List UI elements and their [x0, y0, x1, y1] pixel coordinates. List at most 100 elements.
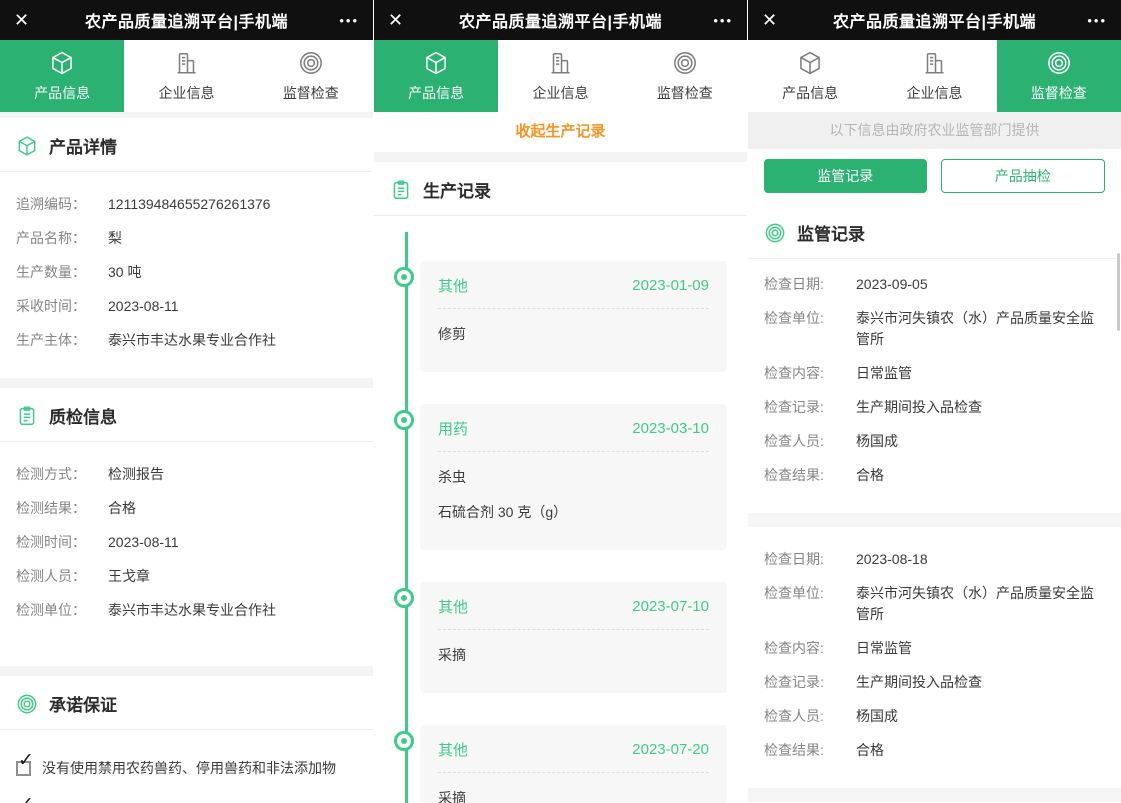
- clipboard-icon: [16, 405, 38, 427]
- row-label: 检查日期:: [764, 274, 856, 295]
- section-title: 承诺保证: [49, 691, 117, 716]
- divider: [0, 666, 373, 676]
- divider: [0, 378, 373, 388]
- row-value: 王戈章: [108, 566, 150, 587]
- government-notice: 以下信息由政府农业监管部门提供: [748, 112, 1121, 149]
- scrollbar-thumb[interactable]: [1117, 253, 1120, 331]
- close-icon[interactable]: ✕: [762, 10, 802, 31]
- row-label: 检测人员：: [16, 566, 108, 587]
- detail-row: 检测方式： 检测报告: [16, 464, 357, 485]
- detail-row: 生产数量： 30 吨: [16, 262, 357, 283]
- commitment-text: 没有使用禁用农药兽药、停用兽药和非法添加物: [42, 758, 336, 778]
- tab-company-info[interactable]: 企业信息: [872, 40, 996, 112]
- tab-supervision[interactable]: 监督检查: [249, 40, 373, 112]
- cube-icon: [49, 50, 75, 76]
- phone-screen-production-records: ✕ 农产品质量追溯平台|手机端 ••• 产品信息 企业信息 监督检查 收起生产记…: [374, 0, 747, 803]
- detail-row: 检查日期: 2023-08-18: [764, 549, 1105, 570]
- detail-row: 检测人员： 王戈章: [16, 566, 357, 587]
- tab-label: 企业信息: [906, 83, 962, 103]
- supervision-records-button[interactable]: 监管记录: [764, 159, 927, 193]
- detail-row: 检查人员: 杨国成: [764, 431, 1105, 452]
- record-detail: 采摘: [438, 645, 709, 665]
- record-card: 其他 2023-07-20 采摘: [420, 725, 727, 803]
- close-icon[interactable]: ✕: [388, 10, 428, 31]
- tab-supervision[interactable]: 监督检查: [623, 40, 747, 112]
- row-value: 泰兴市丰达水果专业合作社: [108, 330, 276, 351]
- target-icon: [764, 222, 786, 244]
- record-date: 2023-07-10: [632, 598, 709, 615]
- detail-row: 检查单位: 泰兴市河失镇农（水）产品质量安全监管所: [764, 583, 1105, 625]
- detail-row: 追溯编码： 121139484655276261376: [16, 194, 357, 215]
- close-icon[interactable]: ✕: [14, 10, 54, 31]
- titlebar: ✕ 农产品质量追溯平台|手机端 •••: [748, 0, 1121, 40]
- check-icon: ✓: [18, 751, 34, 770]
- tab-label: 企业信息: [532, 83, 588, 103]
- detail-row: 检查单位: 泰兴市河失镇农（水）产品质量安全监管所: [764, 308, 1105, 350]
- row-label: 检查单位:: [764, 308, 856, 350]
- section-title: 质检信息: [49, 403, 117, 428]
- tab-supervision[interactable]: 监督检查: [997, 40, 1121, 112]
- tabbar: 产品信息 企业信息 监督检查: [0, 40, 373, 112]
- row-value: 2023-08-18: [856, 549, 928, 570]
- quality-list: 检测方式： 检测报告 检测结果： 合格 检测时间： 2023-08-11 检测人…: [0, 442, 373, 648]
- timeline-dot-icon: [394, 267, 414, 287]
- timeline-dot-icon: [394, 731, 414, 751]
- tab-product-info[interactable]: 产品信息: [748, 40, 872, 112]
- tab-label: 监督检查: [283, 83, 339, 103]
- section-title: 生产记录: [423, 177, 491, 202]
- titlebar: ✕ 农产品质量追溯平台|手机端 •••: [0, 0, 373, 40]
- record-date: 2023-03-10: [632, 420, 709, 437]
- detail-row: 产品名称： 梨: [16, 228, 357, 249]
- row-label: 检查结果:: [764, 465, 856, 486]
- commitment-list: ✓ 没有使用禁用农药兽药、停用兽药和非法添加物 ✓ 上市农产品符合农药安全间隔期…: [0, 730, 373, 803]
- tab-product-info[interactable]: 产品信息: [0, 40, 124, 112]
- row-value: 日常监管: [856, 363, 912, 384]
- divider: [374, 152, 747, 162]
- timeline-entry: 其他 2023-07-10 采摘: [420, 582, 727, 693]
- row-value: 检测报告: [108, 464, 164, 485]
- row-label: 检查人员:: [764, 706, 856, 727]
- tab-product-info[interactable]: 产品信息: [374, 40, 498, 112]
- supervision-button-row: 监管记录 产品抽检: [748, 149, 1121, 205]
- more-icon[interactable]: •••: [693, 13, 733, 28]
- row-value: 泰兴市河失镇农（水）产品质量安全监管所: [856, 583, 1105, 625]
- section-title: 产品详情: [49, 133, 117, 158]
- collapse-production-records-link[interactable]: 收起生产记录: [374, 112, 747, 152]
- row-value: 生产期间投入品检查: [856, 672, 982, 693]
- tab-company-info[interactable]: 企业信息: [124, 40, 248, 112]
- row-value: 梨: [108, 228, 122, 249]
- more-icon[interactable]: •••: [1067, 13, 1107, 28]
- row-value: 2023-08-11: [108, 532, 179, 553]
- supervision-record: 检查日期: 2023-09-05 检查单位: 泰兴市河失镇农（水）产品质量安全监…: [748, 259, 1121, 513]
- detail-row: 检查结果: 合格: [764, 740, 1105, 761]
- cube-icon: [423, 50, 449, 76]
- detail-row: 检测结果： 合格: [16, 498, 357, 519]
- checked-checkbox[interactable]: ✓: [16, 761, 31, 776]
- supervision-record: 检查日期: 2023-08-18 检查单位: 泰兴市河失镇农（水）产品质量安全监…: [748, 527, 1121, 788]
- tab-label: 监督检查: [1031, 83, 1087, 103]
- divider: [748, 513, 1121, 527]
- tab-label: 监督检查: [657, 83, 713, 103]
- more-icon[interactable]: •••: [319, 13, 359, 28]
- detail-row: 检查日期: 2023-09-05: [764, 274, 1105, 295]
- record-card: 其他 2023-01-09 修剪: [420, 261, 727, 372]
- phone-screen-supervision: ✕ 农产品质量追溯平台|手机端 ••• 产品信息 企业信息 监督检查 以下信息由…: [748, 0, 1121, 803]
- product-sampling-button[interactable]: 产品抽检: [941, 159, 1106, 193]
- section-supervision-records-header: 监管记录: [748, 205, 1121, 259]
- section-product-details-header: 产品详情: [0, 118, 373, 172]
- tab-company-info[interactable]: 企业信息: [498, 40, 622, 112]
- detail-row: 检查结果: 合格: [764, 465, 1105, 486]
- row-label: 检查日期:: [764, 549, 856, 570]
- row-label: 检查结果:: [764, 740, 856, 761]
- record-date: 2023-01-09: [632, 277, 709, 294]
- row-label: 检查内容:: [764, 363, 856, 384]
- timeline-dot-icon: [394, 410, 414, 430]
- section-title: 监管记录: [797, 220, 865, 245]
- row-label: 检查单位:: [764, 583, 856, 625]
- building-icon: [921, 50, 947, 76]
- record-type: 其他: [438, 739, 468, 760]
- section-commitment-header: 承诺保证: [0, 676, 373, 730]
- row-value: 合格: [856, 740, 884, 761]
- section-quality-header: 质检信息: [0, 388, 373, 442]
- detail-row: 检查记录: 生产期间投入品检查: [764, 672, 1105, 693]
